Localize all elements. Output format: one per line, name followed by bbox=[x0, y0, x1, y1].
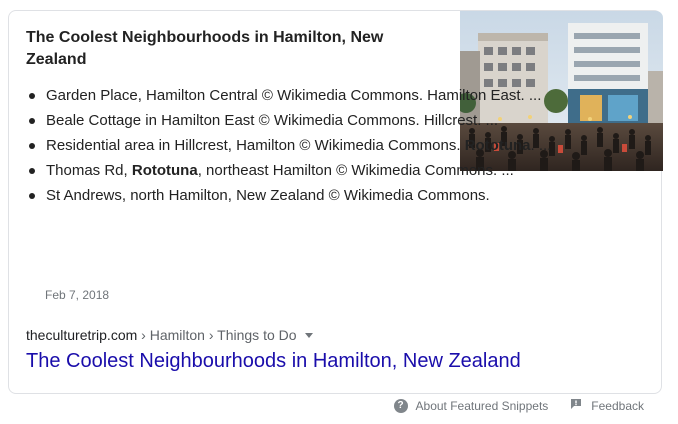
about-featured-snippets-link[interactable]: ? About Featured Snippets bbox=[393, 398, 549, 413]
bullet-text: Residential area in Hillcrest, Hamilton … bbox=[46, 137, 465, 154]
snippet-footer: ? About Featured Snippets Feedback bbox=[393, 398, 644, 413]
featured-snippet-card: The Coolest Neighbourhoods in Hamilton, … bbox=[8, 10, 663, 394]
bullet-text: Thomas Rd, bbox=[46, 162, 132, 179]
feedback-flag-icon bbox=[570, 398, 582, 413]
caret-down-icon[interactable] bbox=[304, 332, 313, 338]
bullet-dot-icon bbox=[29, 118, 35, 124]
snippet-bullet-list: Garden Place, Hamilton Central © Wikimed… bbox=[26, 85, 586, 210]
result-title-link[interactable]: The Coolest Neighbourhoods in Hamilton, … bbox=[26, 350, 521, 373]
bullet-text: St Andrews, north Hamilton, New Zealand … bbox=[46, 187, 490, 204]
snippet-bullet-item: Residential area in Hillcrest, Hamilton … bbox=[26, 135, 586, 157]
breadcrumb: theculturetrip.com › Hamilton › Things t… bbox=[26, 327, 313, 343]
bullet-text: Beale Cottage in Hamilton East © Wikimed… bbox=[46, 112, 499, 129]
bullet-dot-icon bbox=[29, 168, 35, 174]
breadcrumb-path: › Hamilton › Things to Do bbox=[137, 327, 297, 343]
breadcrumb-domain: theculturetrip.com bbox=[26, 327, 138, 343]
bullet-dot-icon bbox=[29, 143, 35, 149]
question-circle-icon: ? bbox=[393, 398, 408, 413]
snippet-date: Feb 7, 2018 bbox=[45, 288, 110, 302]
snippet-bullet-item: Beale Cottage in Hamilton East © Wikimed… bbox=[26, 110, 586, 132]
bullet-highlight-text: Rototuna bbox=[131, 162, 198, 179]
about-featured-snippets-label: About Featured Snippets bbox=[415, 398, 549, 413]
snippet-bullet-item: Garden Place, Hamilton Central © Wikimed… bbox=[26, 85, 586, 107]
bullet-dot-icon bbox=[29, 193, 35, 199]
snippet-bullet-item: St Andrews, north Hamilton, New Zealand … bbox=[26, 185, 586, 207]
bullet-text: . ... bbox=[530, 137, 552, 154]
snippet-heading: The Coolest Neighbourhoods in Hamilton, … bbox=[26, 29, 384, 68]
bullet-highlight-text: Rototuna bbox=[464, 137, 531, 154]
bullet-dot-icon bbox=[29, 93, 35, 99]
snippet-bullet-item: Thomas Rd, Rototuna, northeast Hamilton … bbox=[26, 160, 586, 182]
bullet-text: Garden Place, Hamilton Central © Wikimed… bbox=[46, 87, 542, 104]
feedback-label: Feedback bbox=[591, 398, 644, 413]
bullet-text: , northeast Hamilton © Wikimedia Commons… bbox=[197, 162, 514, 179]
feedback-link[interactable]: Feedback bbox=[570, 398, 644, 413]
